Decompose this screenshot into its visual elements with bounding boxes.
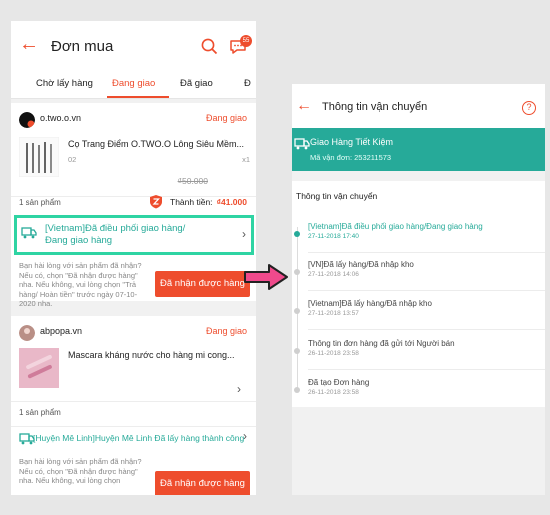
chat-badge: 55 <box>240 35 252 47</box>
event-time: 27-11-2018 13:57 <box>308 310 359 317</box>
timeline-event: Thông tin đơn hàng đã gửi tới Người bán … <box>308 339 540 357</box>
divider <box>308 369 545 370</box>
search-icon[interactable] <box>201 38 218 55</box>
item-count: 1 sản phẩm <box>19 198 61 207</box>
tab-dang-giao[interactable]: Đang giao <box>112 78 155 89</box>
carrier-banner: Giao Hàng Tiết Kiệm Mã vận đơn: 25321157… <box>292 128 545 171</box>
divider <box>308 290 545 291</box>
order-status: Đang giao <box>205 326 247 336</box>
section-title: Thông tin vận chuyển <box>296 191 378 201</box>
event-time: 26-11-2018 23:58 <box>308 350 359 357</box>
back-arrow-icon[interactable]: ← <box>19 34 39 54</box>
timeline-event: [Vietnam]Đã điều phối giao hàng/Đang gia… <box>308 222 540 240</box>
product-image <box>19 137 59 177</box>
event-text: Đã tạo Đơn hàng <box>308 378 370 387</box>
page-title: Đơn mua <box>51 38 114 55</box>
shop-name[interactable]: abpopa.vn <box>40 326 82 336</box>
event-text: Thông tin đơn hàng đã gửi tới Người bán <box>308 339 455 348</box>
shop-avatar <box>19 112 35 128</box>
product-name: Mascara kháng nước cho hàng mi cong... <box>68 350 235 360</box>
order-list-screen: ← Đơn mua 55 Chờ lấy hàng Đang giao Đã g… <box>11 21 256 495</box>
timeline-dot <box>294 231 300 237</box>
shipping-info-screen: ← Thông tin vận chuyển ? Giao Hàng Tiết … <box>292 84 545 495</box>
product-image <box>19 348 59 388</box>
timeline-dot <box>294 348 300 354</box>
app-header: ← Thông tin vận chuyển ? <box>292 84 545 128</box>
timeline-dot <box>294 308 300 314</box>
event-text: [Vietnam]Đã điều phối giao hàng/Đang gia… <box>308 222 483 231</box>
confirm-received-button[interactable]: Đã nhận được hàng <box>155 271 250 297</box>
divider <box>308 252 545 253</box>
truck-icon <box>294 138 310 150</box>
timeline-dot <box>294 269 300 275</box>
product-price: ₫50.000 <box>177 176 208 186</box>
item-count: 1 sản phẩm <box>19 408 61 417</box>
product-name: Cọ Trang Điểm O.TWO.O Lông Siêu Mềm... <box>68 139 245 149</box>
order-tabs: Chờ lấy hàng Đang giao Đã giao Đ <box>11 67 256 99</box>
app-header: ← Đơn mua 55 <box>11 21 256 67</box>
confirm-received-button[interactable]: Đã nhận được hàng <box>155 471 250 495</box>
shield-icon <box>150 195 162 209</box>
carrier-name: Giao Hàng Tiết Kiệm <box>310 137 394 147</box>
back-arrow-icon[interactable]: ← <box>296 97 312 115</box>
section-header: Thông tin vận chuyển <box>292 181 545 207</box>
chevron-right-icon: › <box>242 227 246 241</box>
active-tab-indicator <box>107 96 169 98</box>
divider <box>11 401 256 402</box>
total-value: ₫41.000 <box>216 197 247 207</box>
shipping-status-text: [Vietnam]Đã điều phối giao hàng/Đang gia… <box>45 223 186 246</box>
order-card[interactable]: abpopa.vn Đang giao Mascara kháng nước c… <box>11 316 256 495</box>
product-variant: 02 <box>68 155 77 164</box>
truck-icon <box>21 227 37 239</box>
tab-cho-lay-hang[interactable]: Chờ lấy hàng <box>36 78 93 89</box>
shipping-status-text[interactable]: [Huyện Mê Linh]Huyện Mê Linh Đã lấy hàng… <box>33 433 244 443</box>
timeline-event: [Vietnam]Đã lấy hàng/Đã nhập kho 27-11-2… <box>308 299 540 317</box>
page-title: Thông tin vận chuyển <box>322 101 428 113</box>
divider <box>11 426 256 427</box>
shop-name[interactable]: o.two.o.vn <box>40 113 81 123</box>
tracking-timeline: [Vietnam]Đã điều phối giao hàng/Đang gia… <box>292 207 545 407</box>
pink-arrow-icon <box>244 264 288 290</box>
chevron-right-icon: › <box>237 382 241 396</box>
help-icon[interactable]: ? <box>522 101 536 115</box>
tab-da-giao[interactable]: Đã giao <box>180 78 213 89</box>
confirm-note: Bạn hài lòng với sản phẩm đã nhận? Nếu c… <box>19 261 142 308</box>
order-status: Đang giao <box>205 113 247 123</box>
product-qty: x1 <box>242 155 250 164</box>
timeline-event: Đã tạo Đơn hàng 26-11-2018 23:58 <box>308 378 540 396</box>
event-time: 27-11-2018 14:06 <box>308 271 359 278</box>
timeline-dot <box>294 387 300 393</box>
shop-avatar <box>19 325 35 341</box>
event-text: [Vietnam]Đã lấy hàng/Đã nhập kho <box>308 299 432 308</box>
tab-partial[interactable]: Đ <box>244 78 251 89</box>
event-time: 26-11-2018 23:58 <box>308 389 359 396</box>
chevron-right-icon: › <box>243 429 247 443</box>
confirm-note: Bạn hài lòng với sản phẩm đã nhận? Nếu c… <box>19 457 142 485</box>
shipping-status-row[interactable]: [Vietnam]Đã điều phối giao hàng/Đang gia… <box>14 215 254 255</box>
tracking-number: Mã vận đơn: 253211573 <box>310 153 392 162</box>
order-card[interactable]: o.two.o.vn Đang giao Cọ Trang Điểm O.TWO… <box>11 103 256 308</box>
total-label: Thành tiền: <box>170 197 213 207</box>
timeline-event: [VN]Đã lấy hàng/Đã nhập kho 27-11-2018 1… <box>308 260 540 278</box>
divider <box>308 329 545 330</box>
event-time: 27-11-2018 17:40 <box>308 233 359 240</box>
event-text: [VN]Đã lấy hàng/Đã nhập kho <box>308 260 414 269</box>
